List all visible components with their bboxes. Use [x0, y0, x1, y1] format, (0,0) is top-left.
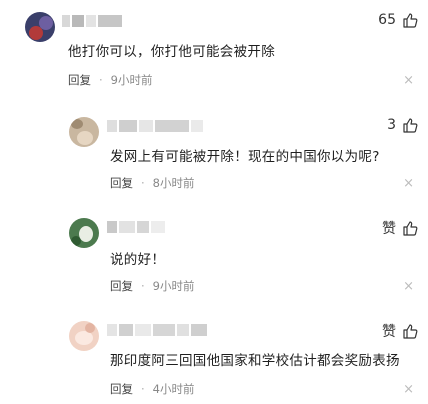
comment-item: 65 他打你可以，你打他可能会被开除 回复 · 9小时前 ×: [0, 0, 428, 95]
comment-meta: 回复 · 4小时前: [110, 381, 194, 397]
like-control[interactable]: 赞: [382, 321, 418, 341]
comment-text: 发网上有可能被开除！现在的中国你以为呢?: [110, 149, 380, 165]
avatar[interactable]: [69, 321, 99, 351]
comment-meta: 回复 · 8小时前: [110, 175, 194, 191]
avatar[interactable]: [25, 12, 55, 42]
thumbs-up-icon[interactable]: [402, 220, 418, 236]
timestamp: 8小时前: [152, 176, 195, 190]
comment-text: 他打你可以，你打他可能会被开除: [68, 44, 275, 60]
like-label: 赞: [382, 221, 396, 237]
close-icon[interactable]: ×: [403, 74, 414, 87]
username-blurred[interactable]: [62, 12, 124, 27]
meta-separator: ·: [99, 73, 103, 87]
meta-separator: ·: [141, 382, 145, 396]
thumbs-up-icon[interactable]: [402, 117, 418, 133]
timestamp: 9小时前: [152, 279, 195, 293]
username-blurred[interactable]: [107, 117, 205, 132]
like-control[interactable]: 65: [378, 12, 418, 28]
like-control[interactable]: 3: [387, 117, 418, 133]
like-count: 65: [378, 12, 396, 28]
comment-text: 那印度阿三回国他国家和学校估计都会奖励表扬: [110, 353, 400, 369]
timestamp: 9小时前: [110, 73, 153, 87]
close-icon[interactable]: ×: [403, 177, 414, 190]
comment-meta: 回复 · 9小时前: [68, 72, 152, 88]
avatar[interactable]: [69, 218, 99, 248]
reply-button[interactable]: 回复: [110, 278, 133, 294]
thumbs-up-icon[interactable]: [402, 323, 418, 339]
comment-item: 3 发网上有可能被开除！现在的中国你以为呢? 回复 · 8小时前 ×: [0, 105, 428, 200]
reply-button[interactable]: 回复: [68, 72, 91, 88]
like-control[interactable]: 赞: [382, 218, 418, 238]
comment-meta: 回复 · 9小时前: [110, 278, 194, 294]
reply-button[interactable]: 回复: [110, 381, 133, 397]
like-label: 赞: [382, 324, 396, 340]
avatar[interactable]: [69, 117, 99, 147]
username-blurred[interactable]: [107, 321, 209, 336]
like-count: 3: [387, 117, 396, 133]
comment-item: 赞 说的好！ 回复 · 9小时前 ×: [0, 206, 428, 301]
timestamp: 4小时前: [152, 382, 195, 396]
close-icon[interactable]: ×: [403, 280, 414, 293]
thumbs-up-icon[interactable]: [402, 12, 418, 28]
username-blurred[interactable]: [107, 218, 167, 233]
reply-button[interactable]: 回复: [110, 175, 133, 191]
meta-separator: ·: [141, 279, 145, 293]
comment-item: 赞 那印度阿三回国他国家和学校估计都会奖励表扬 回复 · 4小时前 ×: [0, 309, 428, 404]
close-icon[interactable]: ×: [403, 383, 414, 396]
comment-text: 说的好！: [110, 252, 166, 268]
meta-separator: ·: [141, 176, 145, 190]
